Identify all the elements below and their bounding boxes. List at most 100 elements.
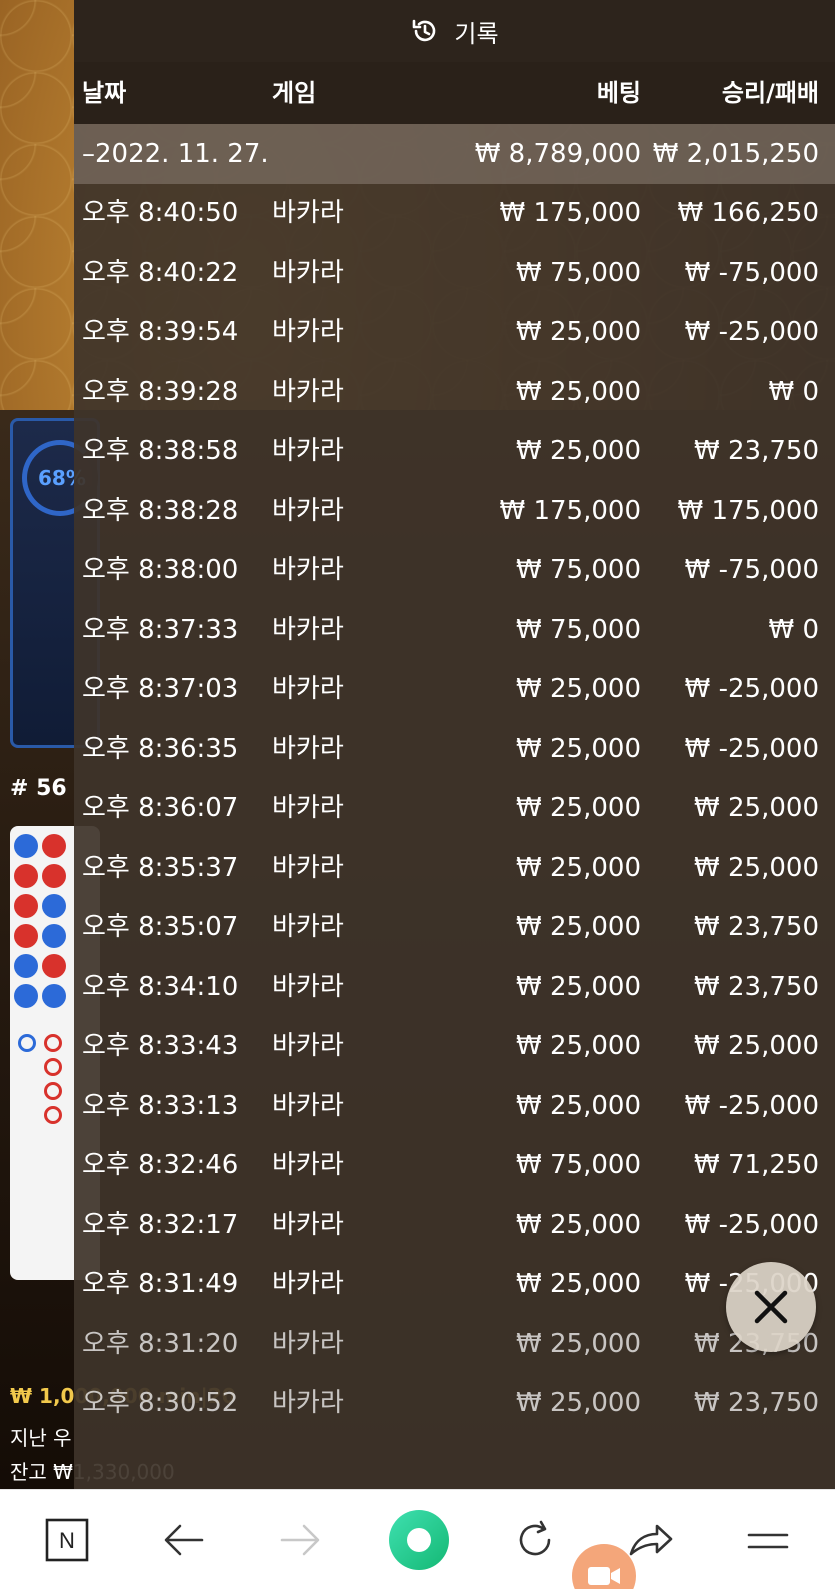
menu-button[interactable] xyxy=(718,1490,818,1589)
history-row[interactable]: 오후 8:31:49바카라₩ 25,000₩ -25,000 xyxy=(74,1255,835,1315)
row-game: 바카라 xyxy=(272,733,344,764)
row-result: ₩ 0 xyxy=(768,614,819,645)
history-row[interactable]: 오후 8:38:58 바카라 ₩ 25,000 ₩ 23,750 xyxy=(74,422,835,482)
road-dot-red xyxy=(14,864,38,888)
row-bet: ₩ 25,000 xyxy=(516,793,641,823)
home-circle-icon xyxy=(389,1510,449,1570)
column-header-date: 날짜 xyxy=(82,79,127,107)
row-result: ₩ -25,000 xyxy=(684,1090,819,1121)
date-summary-row[interactable]: –2022. 11. 27. ₩ 8,789,000 ₩ 2,015,250 xyxy=(74,124,835,184)
road-ring-red xyxy=(44,1034,62,1052)
row-game: 바카라 xyxy=(272,1209,344,1240)
row-bet: ₩ 25,000 xyxy=(516,1269,641,1299)
row-game: 바카라 xyxy=(272,436,344,466)
column-header-row: 날짜 게임 베팅 승리/패배 xyxy=(74,62,835,124)
panel-header: 기록 xyxy=(74,0,835,62)
row-game: 바카라 xyxy=(272,1031,344,1061)
row-result: ₩ 166,250 xyxy=(677,198,820,228)
reload-icon xyxy=(519,1520,551,1556)
row-bet: ₩ 25,000 xyxy=(516,852,641,883)
road-dot-blue xyxy=(42,984,66,1008)
row-time: 오후 8:38:28 xyxy=(82,495,239,526)
row-result: ₩ 25,000 xyxy=(694,852,819,883)
road-dot-blue xyxy=(42,924,66,948)
history-row[interactable]: 오후 8:36:07 바카라 ₩ 25,000 ₩ 25,000 xyxy=(74,779,835,839)
history-row[interactable]: 오후 8:40:50 바카라 ₩ 175,000 ₩ 166,250 xyxy=(74,184,835,244)
row-result: ₩ -25,000 xyxy=(684,674,819,704)
row-bet: ₩ 25,000 xyxy=(516,376,641,407)
road-dot-blue xyxy=(14,834,38,858)
row-bet: ₩ 75,000 xyxy=(516,555,641,585)
history-row[interactable]: 오후 8:38:00 바카라 ₩ 75,000 ₩ -75,000 xyxy=(74,541,835,601)
row-time: 오후 8:39:54 xyxy=(82,317,239,347)
close-icon xyxy=(754,1290,788,1324)
row-game: 바카라 xyxy=(272,376,344,407)
road-dot-red xyxy=(42,834,66,858)
history-row[interactable]: 오후 8:30:52 바카라 ₩ 25,000 ₩ 23,750 xyxy=(74,1374,835,1434)
row-bet: ₩ 25,000 xyxy=(516,1209,641,1240)
menu-icon xyxy=(747,1533,789,1549)
row-game: 바카라 xyxy=(272,495,344,526)
row-time: 오후 8:39:28 xyxy=(82,376,239,407)
n-logo-icon: N xyxy=(45,1518,89,1562)
history-row[interactable]: 오후 8:40:22 바카라 ₩ 75,000 ₩ -75,000 xyxy=(74,244,835,304)
row-game: 바카라 xyxy=(272,971,344,1002)
history-row[interactable]: 오후 8:33:43 바카라 ₩ 25,000 ₩ 25,000 xyxy=(74,1017,835,1077)
column-header-bet: 베팅 xyxy=(596,79,641,107)
forward-button[interactable] xyxy=(250,1490,350,1589)
road-dot-red xyxy=(14,924,38,948)
row-result: ₩ 25,000 xyxy=(694,1031,819,1061)
history-panel: 기록 날짜 게임 베팅 승리/패배 –2022. 11. 27. ₩ 8,789… xyxy=(74,0,835,1489)
summary-result-total: ₩ 2,015,250 xyxy=(652,139,819,169)
row-game: 바카라 xyxy=(272,555,344,585)
history-row[interactable]: 오후 8:37:33 바카라 ₩ 75,000 ₩ 0 xyxy=(74,601,835,661)
row-result: ₩ -75,000 xyxy=(684,555,819,585)
history-row[interactable]: 오후 8:35:07 바카라 ₩ 25,000 ₩ 23,750 xyxy=(74,898,835,958)
history-row[interactable]: 오후 8:36:35 바카라 ₩ 25,000 ₩ -25,000 xyxy=(74,720,835,780)
row-time: 오후 8:38:00 xyxy=(82,555,239,585)
row-game: 바카라 xyxy=(272,1090,344,1121)
history-row[interactable]: 오후 8:32:46 바카라 ₩ 75,000 ₩ 71,250 xyxy=(74,1136,835,1196)
row-bet: ₩ 75,000 xyxy=(516,257,641,288)
history-row[interactable]: 오후 8:38:28 바카라 ₩ 175,000 ₩ 175,000 xyxy=(74,482,835,542)
summary-date: –2022. 11. 27. xyxy=(82,139,269,169)
row-bet: ₩ 25,000 xyxy=(516,436,641,466)
row-game: 바카라 xyxy=(272,912,344,942)
row-game: 바카라 xyxy=(272,793,344,823)
history-row[interactable]: 오후 8:31:20바카라₩ 25,000₩ 23,750 xyxy=(74,1315,835,1375)
row-time: 오후 8:36:07 xyxy=(82,793,239,823)
row-result: ₩ 0 xyxy=(768,376,819,407)
history-row[interactable]: 오후 8:35:37 바카라 ₩ 25,000 ₩ 25,000 xyxy=(74,839,835,899)
road-dot-blue xyxy=(14,954,38,978)
browser-bottom-bar: N xyxy=(0,1489,835,1589)
row-time: 오후 8:35:07 xyxy=(82,912,239,942)
row-result: ₩ 23,750 xyxy=(694,436,819,466)
green-home-button[interactable] xyxy=(369,1490,469,1589)
road-ring-red xyxy=(44,1058,62,1076)
road-ring-red xyxy=(44,1106,62,1124)
history-row[interactable]: 오후 8:39:54 바카라 ₩ 25,000 ₩ -25,000 xyxy=(74,303,835,363)
row-bet: ₩ 25,000 xyxy=(516,733,641,764)
row-time: 오후 8:30:52 xyxy=(82,1388,239,1418)
naver-home-button[interactable]: N xyxy=(17,1490,117,1589)
back-button[interactable] xyxy=(134,1490,234,1589)
row-time: 오후 8:34:10 xyxy=(82,971,239,1002)
road-dot-blue xyxy=(42,894,66,918)
row-game: 바카라 xyxy=(272,198,344,228)
history-row[interactable]: 오후 8:33:13 바카라 ₩ 25,000 ₩ -25,000 xyxy=(74,1077,835,1137)
row-time: 오후 8:38:58 xyxy=(82,436,239,466)
history-row[interactable]: 오후 8:34:10 바카라 ₩ 25,000 ₩ 23,750 xyxy=(74,958,835,1018)
road-dot-red xyxy=(42,864,66,888)
history-row[interactable]: 오후 8:32:17 바카라 ₩ 25,000 ₩ -25,000 xyxy=(74,1196,835,1256)
row-game: 바카라 xyxy=(272,614,344,645)
history-icon xyxy=(413,19,436,42)
close-button[interactable] xyxy=(726,1262,816,1352)
row-time: 오후 8:31:20 xyxy=(82,1328,239,1359)
row-bet: ₩ 75,000 xyxy=(516,614,641,645)
reload-button[interactable] xyxy=(485,1490,585,1589)
row-time: 오후 8:33:13 xyxy=(82,1090,239,1121)
history-row[interactable]: 오후 8:39:28 바카라 ₩ 25,000 ₩ 0 xyxy=(74,363,835,423)
row-bet: ₩ 25,000 xyxy=(516,971,641,1002)
row-time: 오후 8:37:03 xyxy=(82,674,239,704)
history-row[interactable]: 오후 8:37:03 바카라 ₩ 25,000 ₩ -25,000 xyxy=(74,660,835,720)
